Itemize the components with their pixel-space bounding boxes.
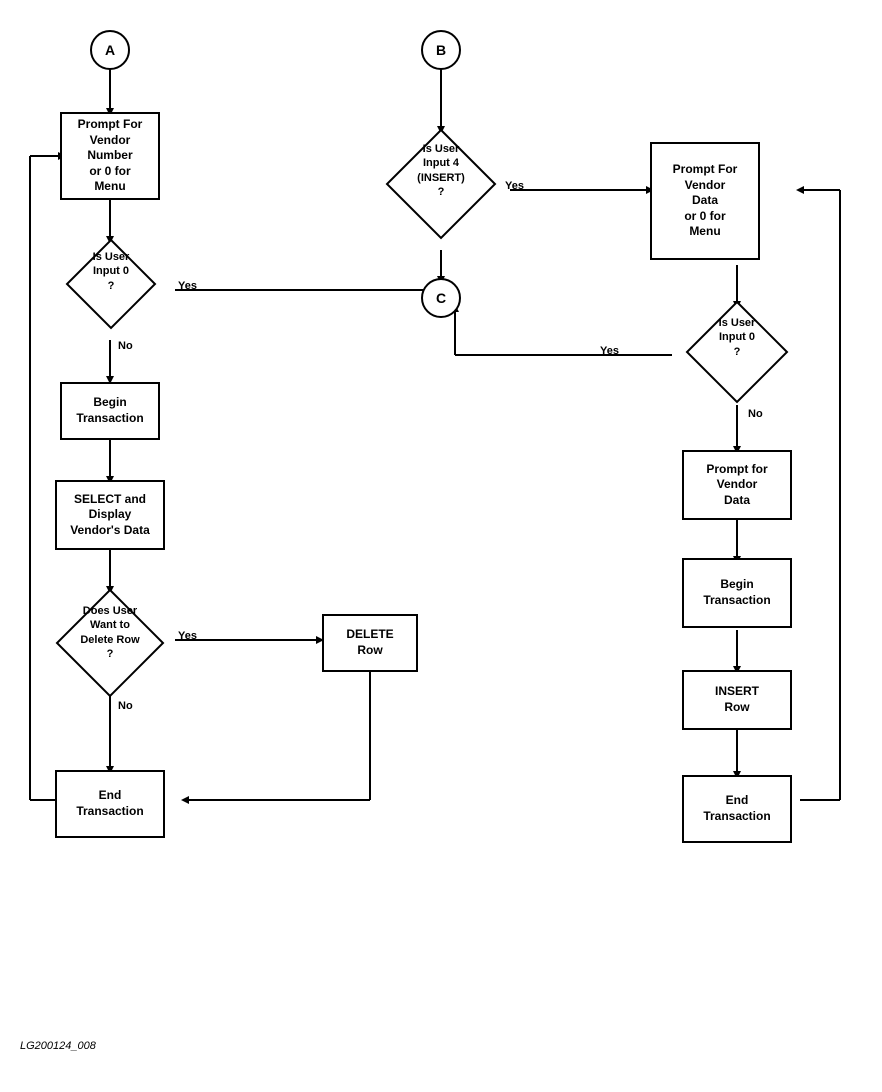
label-no-input0-left: No (118, 340, 133, 352)
prompt-vendor-number: Prompt For Vendor Number or 0 for Menu (60, 112, 160, 200)
insert-row: INSERT Row (682, 670, 792, 730)
begin-transaction-left: Begin Transaction (60, 382, 160, 440)
label-no-delete: No (118, 700, 133, 712)
end-transaction-right: End Transaction (682, 775, 792, 843)
diamond-is-input-0-right: Is UserInput 0? (685, 300, 789, 404)
footer-label: LG200124_008 (20, 1040, 96, 1052)
diamond-delete-row: Does UserWant toDelete Row? (55, 588, 165, 698)
diamond-is-input-4: Is UserInput 4(INSERT)? (385, 128, 497, 240)
prompt-vendor-data2: Prompt for Vendor Data (682, 450, 792, 520)
select-display: SELECT and Display Vendor's Data (55, 480, 165, 550)
diamond-is-input-0-left: Is UserInput 0? (65, 238, 157, 330)
delete-row: DELETE Row (322, 614, 418, 672)
circle-b: B (421, 30, 461, 70)
circle-c: C (421, 278, 461, 318)
circle-a: A (90, 30, 130, 70)
label-yes-input0-left: Yes (178, 280, 197, 292)
end-transaction-left: End Transaction (55, 770, 165, 838)
prompt-vendor-data-right: Prompt For Vendor Data or 0 for Menu (650, 142, 760, 260)
label-yes-input4: Yes (505, 180, 524, 192)
label-no-input0-right: No (748, 408, 763, 420)
label-yes-delete: Yes (178, 630, 197, 642)
begin-transaction-right: Begin Transaction (682, 558, 792, 628)
label-yes-input0-right: Yes (600, 345, 619, 357)
